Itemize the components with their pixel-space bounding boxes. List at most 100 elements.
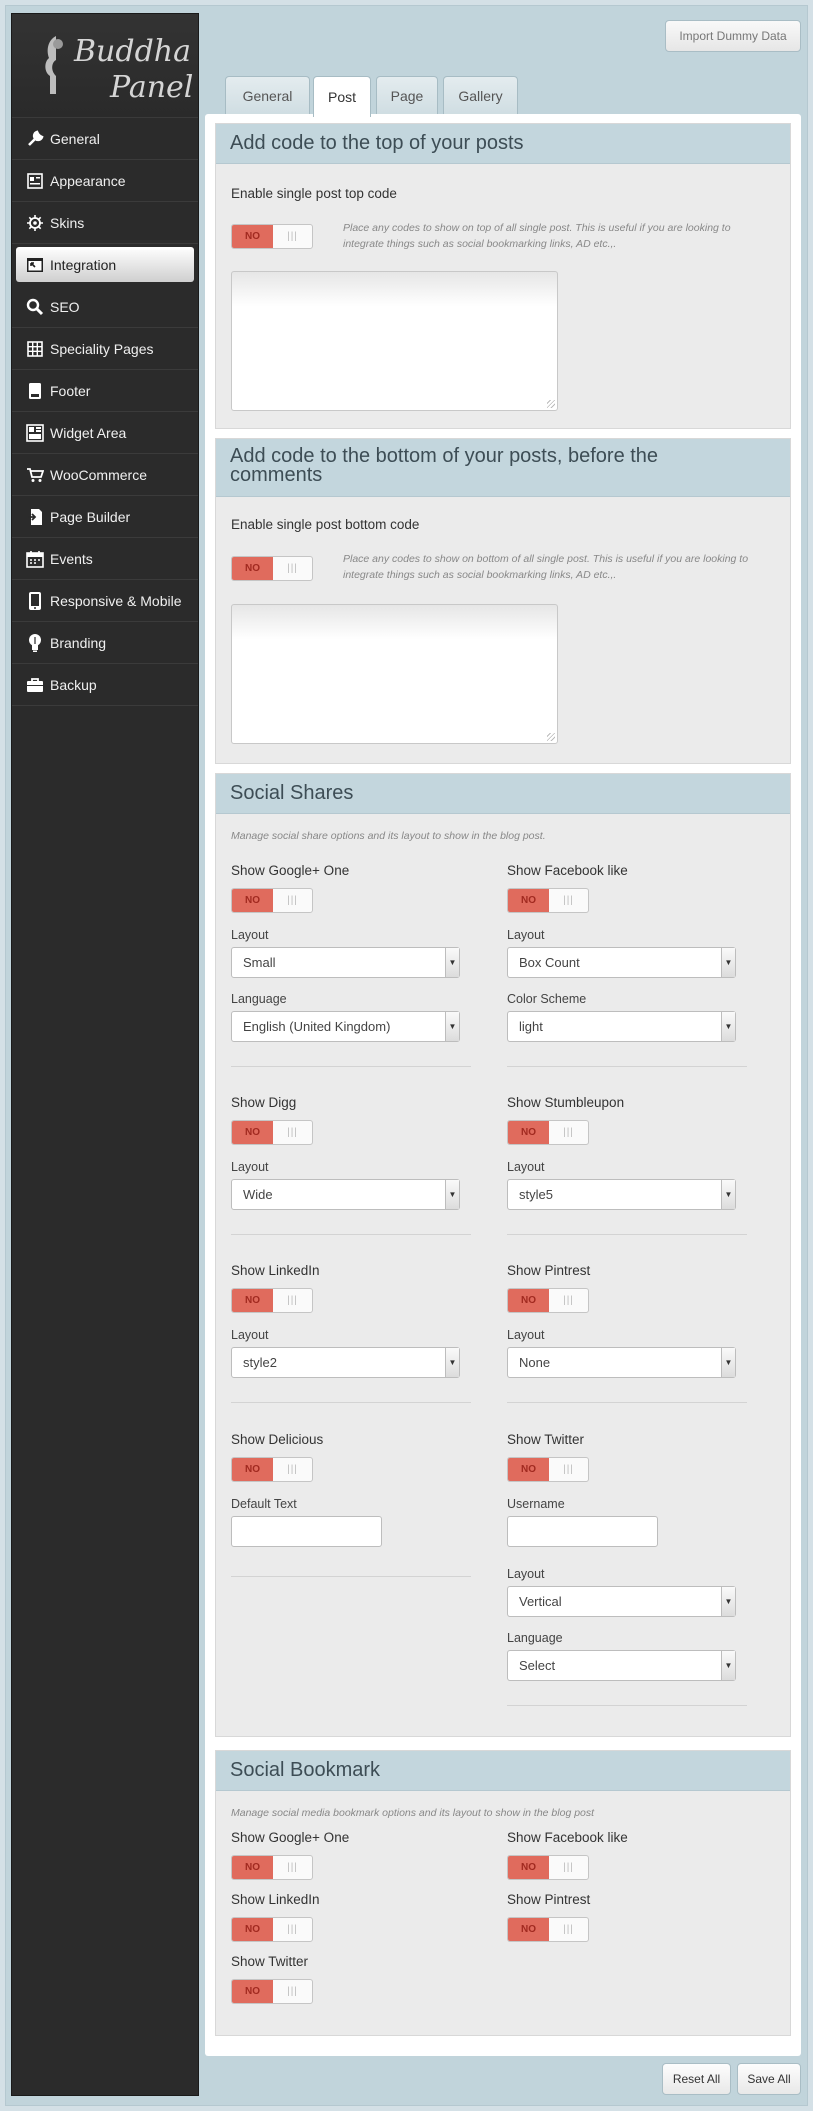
linkedin-toggle[interactable]: NO ||| (231, 1288, 313, 1313)
tab-general[interactable]: General (225, 76, 310, 115)
delicious-default-text-label: Default Text (231, 1497, 297, 1511)
toggle-off-label: NO (508, 1289, 549, 1312)
bookmark-linkedin-label: Show LinkedIn (231, 1892, 320, 1907)
bookmark-google-toggle[interactable]: NO ||| (231, 1855, 313, 1880)
facebook-layout-select[interactable]: Box Count ▼ (507, 947, 736, 978)
sidebar-item-skins[interactable]: Skins (12, 202, 198, 244)
delicious-default-text-input[interactable] (231, 1516, 382, 1547)
main-content: Add code to the top of your posts Enable… (205, 114, 801, 2056)
bookmark-facebook-toggle[interactable]: NO ||| (507, 1855, 589, 1880)
sidebar-item-integration[interactable]: Integration (16, 247, 194, 282)
toggle-off-label: NO (232, 225, 273, 248)
sidebar-item-speciality-pages[interactable]: Speciality Pages (12, 328, 198, 370)
sidebar-item-responsive-and-mobile[interactable]: Responsive & Mobile (12, 580, 198, 622)
toggle-off-label: NO (508, 1458, 549, 1481)
sidebar-item-events[interactable]: Events (12, 538, 198, 580)
divider (507, 1402, 747, 1403)
bottom-code-toggle[interactable]: NO ||| (231, 556, 313, 581)
sidebar-item-general[interactable]: General (12, 118, 198, 160)
sidebar-item-appearance[interactable]: Appearance (12, 160, 198, 202)
toggle-grip: ||| (563, 1464, 574, 1475)
pintrest-toggle[interactable]: NO ||| (507, 1288, 589, 1313)
select-value: Vertical (519, 1594, 562, 1609)
sidebar-item-woocommerce[interactable]: WooCommerce (12, 454, 198, 496)
facebook-color-label: Color Scheme (507, 992, 587, 1006)
show-pintrest-label: Show Pintrest (507, 1263, 591, 1278)
chevron-down-icon: ▼ (721, 1651, 735, 1680)
sidebar-item-label: Widget Area (50, 424, 127, 441)
resize-handle-icon[interactable] (547, 400, 555, 408)
sidebar-item-label: Backup (50, 676, 97, 693)
toggle-off-label: NO (508, 1121, 549, 1144)
google-toggle[interactable]: NO ||| (231, 888, 313, 913)
chevron-down-icon: ▼ (445, 1348, 459, 1377)
sidebar-item-page-builder[interactable]: Page Builder (12, 496, 198, 538)
bookmark-twitter-toggle[interactable]: NO ||| (231, 1979, 313, 2004)
delicious-toggle[interactable]: NO ||| (231, 1457, 313, 1482)
toggle-grip: ||| (563, 1924, 574, 1935)
top-code-textarea[interactable] (231, 271, 558, 411)
stumbleupon-toggle[interactable]: NO ||| (507, 1120, 589, 1145)
digg-layout-select[interactable]: Wide ▼ (231, 1179, 460, 1210)
chevron-down-icon: ▼ (721, 1180, 735, 1209)
wrench-icon (25, 129, 45, 149)
twitter-layout-label: Layout (507, 1567, 545, 1581)
bottom-code-title: Add code to the bottom of your posts, be… (216, 439, 790, 497)
show-twitter-label: Show Twitter (507, 1432, 585, 1447)
bottom-code-panel: Add code to the bottom of your posts, be… (215, 438, 791, 764)
enable-bottom-code-label: Enable single post bottom code (231, 517, 420, 532)
linkedin-layout-label: Layout (231, 1328, 269, 1342)
google-language-select[interactable]: English (United Kingdom) ▼ (231, 1011, 460, 1042)
facebook-color-select[interactable]: light ▼ (507, 1011, 736, 1042)
tab-post[interactable]: Post (313, 76, 371, 117)
twitter-language-label: Language (507, 1631, 563, 1645)
sidebar-item-footer[interactable]: Footer (12, 370, 198, 412)
sidebar-item-widget-area[interactable]: Widget Area (12, 412, 198, 454)
resize-handle-icon[interactable] (547, 733, 555, 741)
toggle-grip: ||| (287, 1924, 298, 1935)
bottom-code-textarea[interactable] (231, 604, 558, 744)
sidebar-nav: General Appearance Skins Integration SEO Spec… (12, 118, 198, 706)
bookmark-twitter-label: Show Twitter (231, 1954, 309, 1969)
pintrest-layout-select[interactable]: None ▼ (507, 1347, 736, 1378)
chevron-down-icon: ▼ (445, 1180, 459, 1209)
toggle-off-label: NO (232, 1458, 273, 1481)
top-code-toggle[interactable]: NO ||| (231, 224, 313, 249)
sidebar-item-seo[interactable]: SEO (12, 286, 198, 328)
google-layout-label: Layout (231, 928, 269, 942)
select-value: light (519, 1019, 543, 1034)
google-layout-select[interactable]: Small ▼ (231, 947, 460, 978)
bookmark-linkedin-toggle[interactable]: NO ||| (231, 1917, 313, 1942)
twitter-language-select[interactable]: Select ▼ (507, 1650, 736, 1681)
sidebar-item-label: Appearance (50, 172, 126, 189)
tab-gallery[interactable]: Gallery (443, 76, 518, 115)
sidebar-item-backup[interactable]: Backup (12, 664, 198, 706)
facebook-toggle[interactable]: NO ||| (507, 888, 589, 913)
select-value: Box Count (519, 955, 580, 970)
sidebar-item-label: WooCommerce (50, 466, 147, 483)
digg-toggle[interactable]: NO ||| (231, 1120, 313, 1145)
social-bookmark-title: Social Bookmark (216, 1751, 790, 1791)
top-code-title: Add code to the top of your posts (216, 124, 790, 164)
twitter-username-input[interactable] (507, 1516, 658, 1547)
save-all-button[interactable]: Save All (737, 2063, 801, 2095)
reset-all-button[interactable]: Reset All (662, 2063, 731, 2095)
toggle-grip: ||| (287, 1862, 298, 1873)
divider (507, 1234, 747, 1235)
tab-page[interactable]: Page (376, 76, 438, 115)
select-value: Select (519, 1658, 556, 1673)
bookmark-pintrest-toggle[interactable]: NO ||| (507, 1917, 589, 1942)
twitter-toggle[interactable]: NO ||| (507, 1457, 589, 1482)
toggle-grip: ||| (287, 563, 298, 574)
twitter-layout-select[interactable]: Vertical ▼ (507, 1586, 736, 1617)
sidebar-item-label: Events (50, 550, 93, 567)
stumbleupon-layout-select[interactable]: style5 ▼ (507, 1179, 736, 1210)
toggle-off-label: NO (232, 889, 273, 912)
import-dummy-data-button[interactable]: Import Dummy Data (665, 20, 801, 52)
linkedin-layout-select[interactable]: style2 ▼ (231, 1347, 460, 1378)
sidebar-item-branding[interactable]: Branding (12, 622, 198, 664)
toggle-grip: ||| (563, 1862, 574, 1873)
sidebar: Buddha Panel General Appearance Skins Integ… (11, 13, 199, 2096)
gear-icon (25, 213, 45, 233)
appearance-icon (25, 171, 45, 191)
